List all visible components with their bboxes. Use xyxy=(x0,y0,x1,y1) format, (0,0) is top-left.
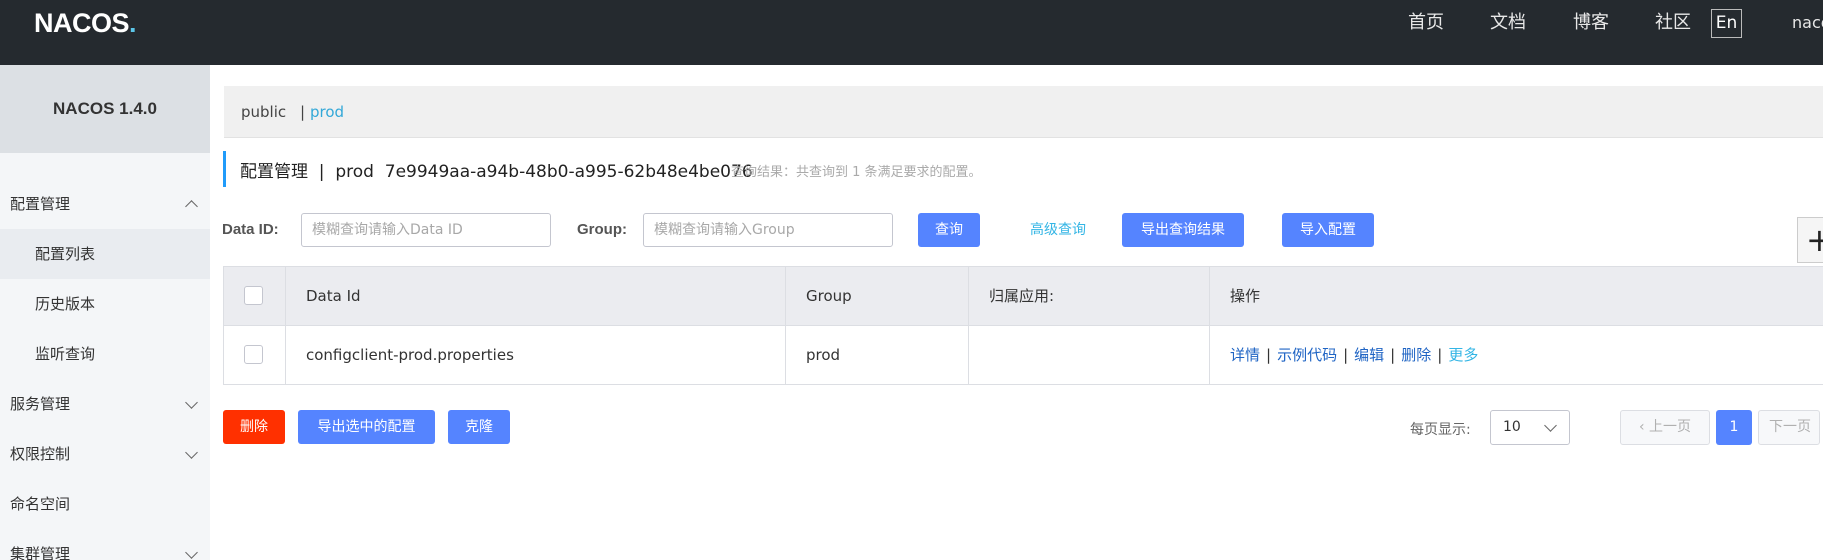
page-title-block: 配置管理 | prod 7e9949aa-a94b-48b0-a995-62b4… xyxy=(223,151,753,187)
sidebar-item-label: 权限控制 xyxy=(10,445,71,463)
add-config-button[interactable]: + xyxy=(1797,217,1823,263)
action-separator: | xyxy=(1266,346,1272,364)
page-1-button[interactable]: 1 xyxy=(1716,410,1752,445)
data-id-label: Data ID: xyxy=(222,221,279,238)
sidebar-item-listener-query[interactable]: 监听查询 xyxy=(0,329,210,379)
sidebar-item-label: 配置列表 xyxy=(35,245,96,263)
next-page-button[interactable]: 下一页 xyxy=(1758,410,1820,445)
group-cell: prod xyxy=(786,326,969,384)
page-size-select[interactable]: 10 xyxy=(1490,410,1570,445)
advanced-query-link[interactable]: 高级查询 xyxy=(1030,213,1086,247)
config-table: Data Id Group 归属应用: 操作 configclient-prod… xyxy=(223,266,1823,385)
action-detail-link[interactable]: 详情 xyxy=(1230,346,1260,364)
group-value: prod xyxy=(806,346,841,364)
sidebar-item-config-list[interactable]: 配置列表 xyxy=(0,229,210,279)
namespace-bar: public | prod xyxy=(224,86,1823,138)
chevron-left-icon: ‹ xyxy=(1638,419,1650,435)
chevron-down-icon xyxy=(1544,419,1557,432)
action-separator: | xyxy=(1390,346,1396,364)
sidebar-item-namespace[interactable]: 命名空间 xyxy=(0,479,210,529)
language-toggle-button[interactable]: En xyxy=(1711,9,1742,38)
row-checkbox[interactable] xyxy=(244,345,263,364)
nacos-logo[interactable]: NACOS. xyxy=(34,8,137,39)
top-header: NACOS. 首页 文档 博客 社区 En nacos xyxy=(0,0,1823,65)
export-results-button[interactable]: 导出查询结果 xyxy=(1122,213,1244,247)
prev-page-button[interactable]: ‹ 上一页 xyxy=(1620,410,1710,445)
page-size-label: 每页显示: xyxy=(1410,422,1471,438)
chevron-up-icon xyxy=(185,200,198,213)
data-id-input[interactable] xyxy=(301,213,551,247)
group-input[interactable] xyxy=(643,213,893,247)
data-id-value: configclient-prod.properties xyxy=(306,346,514,364)
header-select-cell xyxy=(224,267,286,325)
namespace-public[interactable]: public xyxy=(241,86,286,138)
action-separator: | xyxy=(1343,346,1349,364)
plus-icon: + xyxy=(1806,221,1823,259)
chevron-down-icon xyxy=(185,546,198,559)
select-all-checkbox[interactable] xyxy=(244,286,263,305)
row-select-cell xyxy=(224,326,286,384)
sidebar-item-label: 命名空间 xyxy=(10,495,71,513)
nav-home[interactable]: 首页 xyxy=(1408,0,1444,46)
action-sample-code-link[interactable]: 示例代码 xyxy=(1277,346,1337,364)
nav-blog[interactable]: 博客 xyxy=(1573,0,1609,46)
row-actions: 详情 | 示例代码 | 编辑 | 删除 | 更多 xyxy=(1230,326,1478,384)
query-result-hint: 查询结果：共查询到 1 条满足要求的配置。 xyxy=(731,165,982,180)
clone-button[interactable]: 克隆 xyxy=(448,410,510,444)
next-page-label: 下一页 xyxy=(1769,419,1811,435)
column-header-group: Group xyxy=(806,287,852,305)
page-title: 配置管理 | prod 7e9949aa-a94b-48b0-a995-62b4… xyxy=(240,162,753,182)
sidebar-item-label: 配置管理 xyxy=(10,195,71,213)
sidebar-item-cluster-management[interactable]: 集群管理 xyxy=(0,529,210,560)
page-size-value: 10 xyxy=(1503,419,1521,435)
delete-button[interactable]: 删除 xyxy=(223,410,285,444)
sidebar-item-label: 监听查询 xyxy=(35,345,96,363)
sidebar-item-label: 集群管理 xyxy=(10,545,71,560)
query-button[interactable]: 查询 xyxy=(918,213,980,247)
sidebar-version-title: NACOS 1.4.0 xyxy=(0,65,210,153)
sidebar-item-label: 服务管理 xyxy=(10,395,71,413)
namespace-prod[interactable]: prod xyxy=(310,86,344,138)
column-header-actions: 操作 xyxy=(1230,287,1261,305)
namespace-separator: | xyxy=(300,103,306,121)
import-config-button[interactable]: 导入配置 xyxy=(1282,213,1374,247)
export-selected-button[interactable]: 导出选中的配置 xyxy=(298,410,435,444)
user-menu[interactable]: nacos xyxy=(1792,0,1823,46)
table-header: Data Id Group 归属应用: 操作 xyxy=(223,267,1823,326)
column-header-data-id: Data Id xyxy=(306,287,361,305)
chevron-down-icon xyxy=(185,446,198,459)
table-row: configclient-prod.properties prod 详情 | 示例代… xyxy=(223,326,1823,385)
header-cell: 操作 xyxy=(1210,267,1823,325)
header-cell: 归属应用: xyxy=(969,267,1210,325)
chevron-down-icon xyxy=(185,396,198,409)
sidebar-item-config-management[interactable]: 配置管理 xyxy=(0,179,210,229)
data-id-cell: configclient-prod.properties xyxy=(286,326,786,384)
actions-cell: 详情 | 示例代码 | 编辑 | 删除 | 更多 xyxy=(1210,326,1823,384)
column-header-app: 归属应用: xyxy=(989,287,1055,305)
nav-docs[interactable]: 文档 xyxy=(1490,0,1526,46)
action-separator: | xyxy=(1437,346,1443,364)
sidebar-item-label: 历史版本 xyxy=(35,295,96,313)
nav-community[interactable]: 社区 xyxy=(1655,0,1691,46)
sidebar-item-history[interactable]: 历史版本 xyxy=(0,279,210,329)
header-cell: Data Id xyxy=(286,267,786,325)
action-edit-link[interactable]: 编辑 xyxy=(1354,346,1384,364)
sidebar-item-access-control[interactable]: 权限控制 xyxy=(0,429,210,479)
app-cell xyxy=(969,326,1210,384)
sidebar: NACOS 1.4.0 配置管理 配置列表 历史版本 监听查询 服务管理 权限控… xyxy=(0,65,210,560)
action-more-link[interactable]: 更多 xyxy=(1448,346,1478,364)
prev-page-label: 上一页 xyxy=(1649,419,1692,435)
group-label: Group: xyxy=(577,221,627,238)
sidebar-item-service-management[interactable]: 服务管理 xyxy=(0,379,210,429)
header-cell: Group xyxy=(786,267,969,325)
action-delete-link[interactable]: 删除 xyxy=(1401,346,1431,364)
